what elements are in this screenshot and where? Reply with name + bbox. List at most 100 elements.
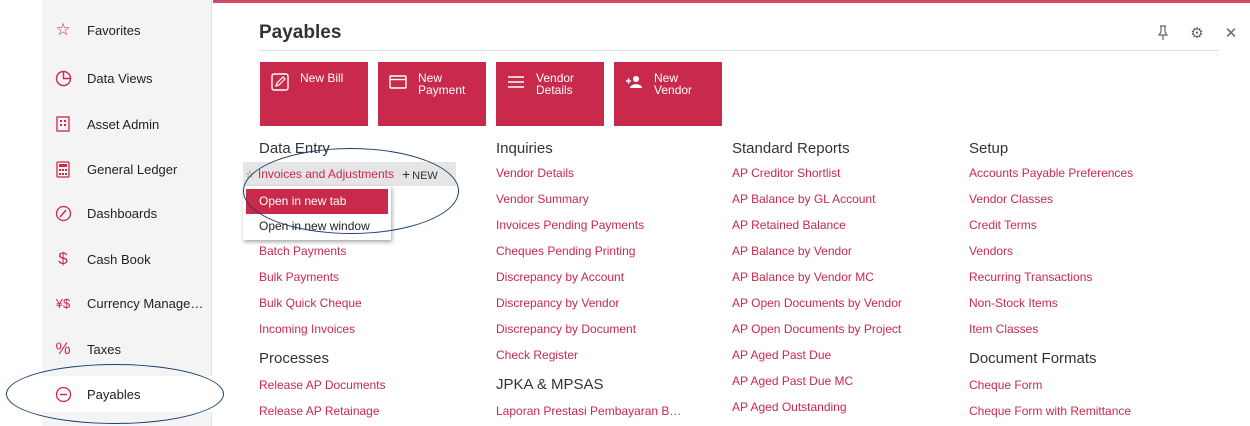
standard-reports-section: Standard Reports AP Creditor Shortlist A… bbox=[732, 140, 902, 420]
new-button[interactable]: + NEW bbox=[402, 166, 438, 182]
sidebar-item-label: Dashboards bbox=[87, 205, 158, 221]
gear-icon[interactable]: ⚙ bbox=[1188, 24, 1206, 42]
tile-label: New Bill bbox=[300, 71, 344, 85]
sidebar-item-cash-book[interactable]: $ Cash Book bbox=[42, 241, 212, 277]
add-person-icon bbox=[624, 72, 644, 92]
sidebar-item-currency-management[interactable]: ¥$ Currency Manage… bbox=[42, 285, 212, 321]
discrepancy-by-vendor-link[interactable]: Discrepancy by Vendor bbox=[496, 290, 681, 316]
credit-terms-link[interactable]: Credit Terms bbox=[969, 212, 1133, 238]
vendor-classes-link[interactable]: Vendor Classes bbox=[969, 186, 1133, 212]
card-icon bbox=[388, 72, 408, 92]
tile-label: New Vendor bbox=[654, 71, 693, 97]
setup-section: Setup Accounts Payable Preferences Vendo… bbox=[969, 140, 1133, 424]
ap-open-documents-by-vendor-link[interactable]: AP Open Documents by Vendor bbox=[732, 290, 902, 316]
new-vendor-tile[interactable]: New Vendor bbox=[614, 62, 722, 126]
sidebar: ☆ Favorites Data Views Asset Admin Gener… bbox=[42, 0, 212, 426]
workspace: Payables ⚙ ✕ New Bill New Payment Vendor… bbox=[213, 0, 1250, 426]
discrepancy-by-account-link[interactable]: Discrepancy by Account bbox=[496, 264, 681, 290]
close-icon[interactable]: ✕ bbox=[1222, 24, 1240, 42]
sidebar-item-asset-admin[interactable]: Asset Admin bbox=[42, 106, 212, 142]
sidebar-item-general-ledger[interactable]: General Ledger bbox=[42, 151, 212, 187]
incoming-invoices-link[interactable]: Incoming Invoices bbox=[259, 316, 386, 342]
workspace-toolbar: ⚙ ✕ bbox=[1154, 24, 1240, 42]
recurring-transactions-link[interactable]: Recurring Transactions bbox=[969, 264, 1133, 290]
plus-icon: + bbox=[401, 166, 411, 182]
sidebar-item-label: Favorites bbox=[87, 22, 141, 38]
section-title: Setup bbox=[969, 140, 1009, 157]
new-payment-tile[interactable]: New Payment bbox=[378, 62, 486, 126]
star-icon[interactable]: ☆ bbox=[245, 168, 255, 181]
section-title: Standard Reports bbox=[732, 140, 850, 157]
new-bill-tile[interactable]: New Bill bbox=[260, 62, 368, 126]
section-title: Data Entry bbox=[259, 140, 330, 157]
calculator-icon bbox=[53, 159, 73, 179]
sidebar-item-taxes[interactable]: % Taxes bbox=[42, 331, 212, 367]
page-title: Payables bbox=[259, 22, 342, 43]
pin-icon[interactable] bbox=[1154, 24, 1172, 42]
pie-chart-icon bbox=[53, 68, 73, 88]
sidebar-item-dashboards[interactable]: Dashboards bbox=[42, 195, 212, 231]
quick-tiles: New Bill New Payment Vendor Details New … bbox=[260, 62, 722, 126]
invoices-pending-payments-link[interactable]: Invoices Pending Payments bbox=[496, 212, 681, 238]
star-icon: ☆ bbox=[55, 20, 71, 39]
sidebar-item-label: Taxes bbox=[87, 341, 121, 357]
sidebar-item-label: Currency Manage… bbox=[87, 295, 204, 311]
sidebar-item-label: Cash Book bbox=[87, 251, 151, 267]
currency-icon: ¥$ bbox=[55, 295, 71, 311]
sidebar-item-label: Asset Admin bbox=[87, 116, 160, 132]
cheque-form-link[interactable]: Cheque Form bbox=[969, 372, 1133, 398]
non-stock-items-link[interactable]: Non-Stock Items bbox=[969, 290, 1133, 316]
ap-balance-by-gl-account-link[interactable]: AP Balance by GL Account bbox=[732, 186, 902, 212]
ap-aged-outstanding-link[interactable]: AP Aged Outstanding bbox=[732, 394, 902, 420]
gauge-icon bbox=[53, 203, 73, 223]
laporan-prestasi-link[interactable]: Laporan Prestasi Pembayaran B… bbox=[496, 398, 681, 424]
ap-aged-past-due-link[interactable]: AP Aged Past Due bbox=[732, 342, 902, 368]
batch-payments-link[interactable]: Batch Payments bbox=[259, 238, 386, 264]
accounts-payable-preferences-link[interactable]: Accounts Payable Preferences bbox=[969, 160, 1133, 186]
minus-circle-icon bbox=[53, 384, 73, 404]
context-menu: Open in new tab Open in new window bbox=[243, 186, 391, 240]
cheque-form-with-remittance-link[interactable]: Cheque Form with Remittance bbox=[969, 398, 1133, 424]
edit-icon bbox=[270, 72, 290, 92]
sidebar-item-label: General Ledger bbox=[87, 161, 178, 177]
app-window: ☆ Favorites Data Views Asset Admin Gener… bbox=[0, 0, 1250, 426]
vendors-link[interactable]: Vendors bbox=[969, 238, 1133, 264]
bulk-payments-link[interactable]: Bulk Payments bbox=[259, 264, 386, 290]
sidebar-item-favorites[interactable]: ☆ Favorites bbox=[42, 12, 212, 48]
section-title: Document Formats bbox=[969, 350, 1097, 367]
cheques-pending-printing-link[interactable]: Cheques Pending Printing bbox=[496, 238, 681, 264]
tile-label: New Payment bbox=[418, 71, 466, 97]
item-classes-link[interactable]: Item Classes bbox=[969, 316, 1133, 342]
ap-open-documents-by-project-link[interactable]: AP Open Documents by Project bbox=[732, 316, 902, 342]
inquiries-section: Inquiries Vendor Details Vendor Summary … bbox=[496, 140, 681, 424]
ap-aged-past-due-mc-link[interactable]: AP Aged Past Due MC bbox=[732, 368, 902, 394]
sidebar-item-payables[interactable]: Payables bbox=[42, 376, 212, 412]
vendor-details-link[interactable]: Vendor Details bbox=[496, 160, 681, 186]
open-in-new-tab-option[interactable]: Open in new tab bbox=[246, 189, 388, 214]
check-register-link[interactable]: Check Register bbox=[496, 342, 681, 368]
list-icon bbox=[506, 72, 526, 92]
ap-balance-by-vendor-link[interactable]: AP Balance by Vendor bbox=[732, 238, 902, 264]
sidebar-item-label: Data Views bbox=[87, 70, 153, 86]
new-label: NEW bbox=[412, 170, 438, 182]
section-title: Processes bbox=[259, 350, 330, 367]
section-title: JPKA & MPSAS bbox=[496, 376, 604, 393]
bulk-quick-cheque-link[interactable]: Bulk Quick Cheque bbox=[259, 290, 386, 316]
tile-label: Vendor Details bbox=[536, 71, 575, 97]
sidebar-item-label: Payables bbox=[87, 386, 141, 402]
section-title: Inquiries bbox=[496, 140, 553, 157]
open-in-new-window-option[interactable]: Open in new window bbox=[243, 214, 391, 239]
vendor-summary-link[interactable]: Vendor Summary bbox=[496, 186, 681, 212]
ap-retained-balance-link[interactable]: AP Retained Balance bbox=[732, 212, 902, 238]
invoices-and-adjustments-row[interactable]: ☆ Invoices and Adjustments + NEW bbox=[243, 162, 456, 186]
invoices-and-adjustments-link[interactable]: Invoices and Adjustments bbox=[258, 167, 394, 181]
vendor-details-tile[interactable]: Vendor Details bbox=[496, 62, 604, 126]
sidebar-item-data-views[interactable]: Data Views bbox=[42, 60, 212, 96]
ap-creditor-shortlist-link[interactable]: AP Creditor Shortlist bbox=[732, 160, 902, 186]
release-ap-documents-link[interactable]: Release AP Documents bbox=[259, 372, 386, 398]
dollar-icon: $ bbox=[58, 249, 68, 268]
ap-balance-by-vendor-mc-link[interactable]: AP Balance by Vendor MC bbox=[732, 264, 902, 290]
building-icon bbox=[53, 114, 73, 134]
release-ap-retainage-link[interactable]: Release AP Retainage bbox=[259, 398, 386, 424]
discrepancy-by-document-link[interactable]: Discrepancy by Document bbox=[496, 316, 681, 342]
